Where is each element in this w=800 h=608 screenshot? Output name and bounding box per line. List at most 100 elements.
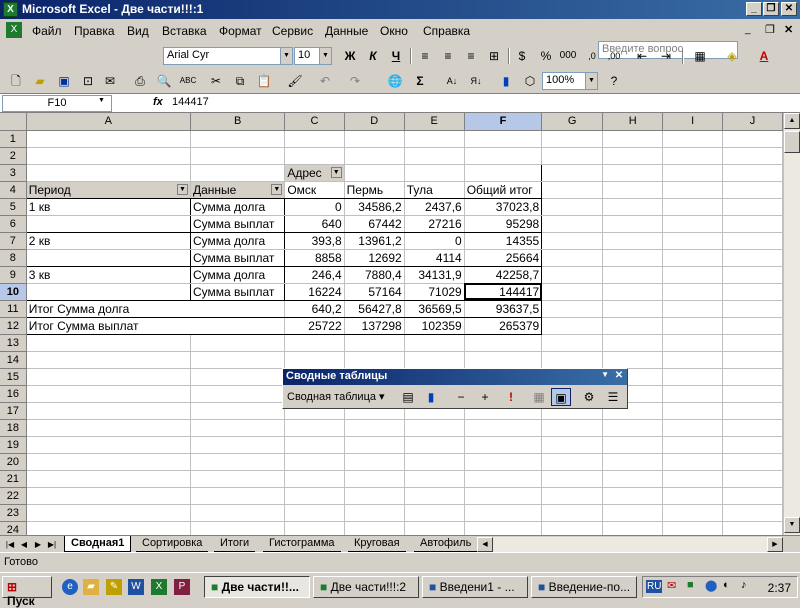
horizontal-scrollbar[interactable]: ◀ ▶ <box>477 537 783 552</box>
cell[interactable] <box>404 334 465 352</box>
pivot-cell[interactable]: Итог Сумма долга <box>25 300 286 318</box>
cell[interactable] <box>602 487 664 505</box>
cell[interactable] <box>722 419 783 437</box>
doc-restore-button[interactable]: ❐ <box>765 23 775 36</box>
row-header[interactable]: 22 <box>0 487 27 505</box>
cell[interactable] <box>722 181 783 199</box>
field-dropdown-icon[interactable]: ▼ <box>330 166 342 178</box>
cell[interactable] <box>404 470 465 488</box>
cell[interactable] <box>344 147 405 165</box>
folder-icon[interactable]: ▰ <box>83 579 99 595</box>
row-header[interactable]: 8 <box>0 249 27 267</box>
cell[interactable] <box>722 368 783 386</box>
task-excel-part1[interactable]: ■ Две части!!... <box>204 576 310 598</box>
new-file-icon[interactable]: 🗋 <box>6 72 26 90</box>
cell[interactable] <box>26 368 191 386</box>
cell[interactable] <box>344 334 405 352</box>
pivot-cell[interactable]: 56427,8 <box>344 300 405 318</box>
cell[interactable] <box>722 249 783 267</box>
chart-wizard-icon[interactable]: ▮ <box>496 72 516 90</box>
cell[interactable] <box>190 470 286 488</box>
pivot-cell[interactable]: 393,8 <box>284 232 345 250</box>
pivot-cell[interactable]: 2437,6 <box>404 198 465 216</box>
row-header[interactable]: 5 <box>0 198 27 216</box>
pivot-cell[interactable]: Тула <box>404 180 465 199</box>
cell[interactable] <box>344 419 405 437</box>
cell[interactable] <box>344 453 405 471</box>
cell[interactable] <box>404 419 465 437</box>
cell[interactable] <box>662 470 724 488</box>
cell[interactable] <box>662 504 724 522</box>
cell[interactable] <box>662 419 724 437</box>
cell[interactable] <box>662 198 724 216</box>
scroll-left-icon[interactable]: ◀ <box>477 537 493 552</box>
cell[interactable] <box>284 334 345 352</box>
open-folder-icon[interactable]: ▰ <box>30 72 50 90</box>
pivot-cell[interactable]: 67442 <box>344 215 405 233</box>
cell[interactable] <box>662 351 724 369</box>
cell[interactable] <box>404 351 465 369</box>
sheet-tab-avtofilter[interactable]: Автофиль <box>414 536 478 552</box>
cell[interactable] <box>662 436 724 454</box>
cell[interactable] <box>541 232 604 250</box>
cell[interactable] <box>602 198 664 216</box>
cell[interactable] <box>662 215 724 233</box>
row-header[interactable]: 23 <box>0 504 27 522</box>
pivot-cell[interactable]: 13961,2 <box>344 232 405 250</box>
cell[interactable] <box>26 521 191 535</box>
save-icon[interactable]: ▣ <box>54 72 74 90</box>
row-header[interactable]: 1 <box>0 130 27 148</box>
cell[interactable] <box>602 504 664 522</box>
help-icon[interactable]: ? <box>604 72 624 90</box>
speaker-icon[interactable]: ◐ <box>723 579 730 591</box>
cell[interactable] <box>284 351 345 369</box>
cell[interactable] <box>190 419 286 437</box>
pivot-cell[interactable]: 34131,9 <box>404 266 465 284</box>
cell[interactable] <box>404 163 465 182</box>
first-sheet-icon[interactable]: |◀ <box>4 538 16 551</box>
cell[interactable] <box>722 470 783 488</box>
worksheet[interactable]: A B C D E F G H I J 1 2 3 Адрес ▼ 4 Период ▼ Данные ▼ Омск Пе… <box>0 113 783 535</box>
next-sheet-icon[interactable]: ▶ <box>32 538 44 551</box>
cell[interactable] <box>602 283 664 301</box>
doc-minimize-button[interactable]: _ <box>745 24 751 35</box>
cell[interactable] <box>190 147 286 165</box>
cell[interactable] <box>722 283 783 301</box>
pivot-cell[interactable]: 265379 <box>463 317 543 335</box>
cell[interactable] <box>541 521 604 535</box>
cell[interactable] <box>464 470 543 488</box>
cell[interactable] <box>464 351 543 369</box>
font-color-icon[interactable]: A <box>754 47 774 65</box>
volume-icon[interactable]: ♪ <box>741 579 747 591</box>
cell[interactable] <box>662 300 724 318</box>
field-settings-icon[interactable]: ⚙ <box>579 388 599 406</box>
cell[interactable] <box>662 368 724 386</box>
paste-icon[interactable]: 📋 <box>254 72 274 90</box>
cell[interactable] <box>662 232 724 250</box>
cell[interactable] <box>662 402 724 420</box>
cell[interactable] <box>662 147 724 165</box>
cell[interactable] <box>284 487 345 505</box>
toolbar-options-icon[interactable]: ▼ <box>601 370 609 379</box>
cell[interactable] <box>464 147 543 165</box>
cell[interactable] <box>284 521 345 535</box>
sheet-tab-itogi[interactable]: Итоги <box>214 536 256 552</box>
doc-close-button[interactable]: ✕ <box>784 23 793 36</box>
cell[interactable] <box>404 130 465 148</box>
cell[interactable] <box>26 487 191 505</box>
access-icon[interactable]: P <box>174 579 190 595</box>
pivot-cell[interactable]: 37023,8 <box>463 198 543 216</box>
pivot-cell[interactable]: 12692 <box>344 249 405 267</box>
pivot-cell[interactable]: Сумма выплат <box>190 283 286 301</box>
pivot-cell[interactable]: Сумма долга <box>190 266 286 284</box>
pivot-cell[interactable]: 640,2 <box>284 300 345 318</box>
cell[interactable] <box>284 436 345 454</box>
sheet-tab-krugovaya[interactable]: Круговая <box>348 536 406 552</box>
pivot-cell[interactable]: 0 <box>284 198 345 216</box>
pivot-cell[interactable]: Общий итог <box>463 180 543 199</box>
cell[interactable] <box>190 402 286 420</box>
cell[interactable] <box>344 487 405 505</box>
cell[interactable] <box>344 521 405 535</box>
cell[interactable] <box>344 470 405 488</box>
always-display-items-icon[interactable]: ▣ <box>551 388 571 406</box>
